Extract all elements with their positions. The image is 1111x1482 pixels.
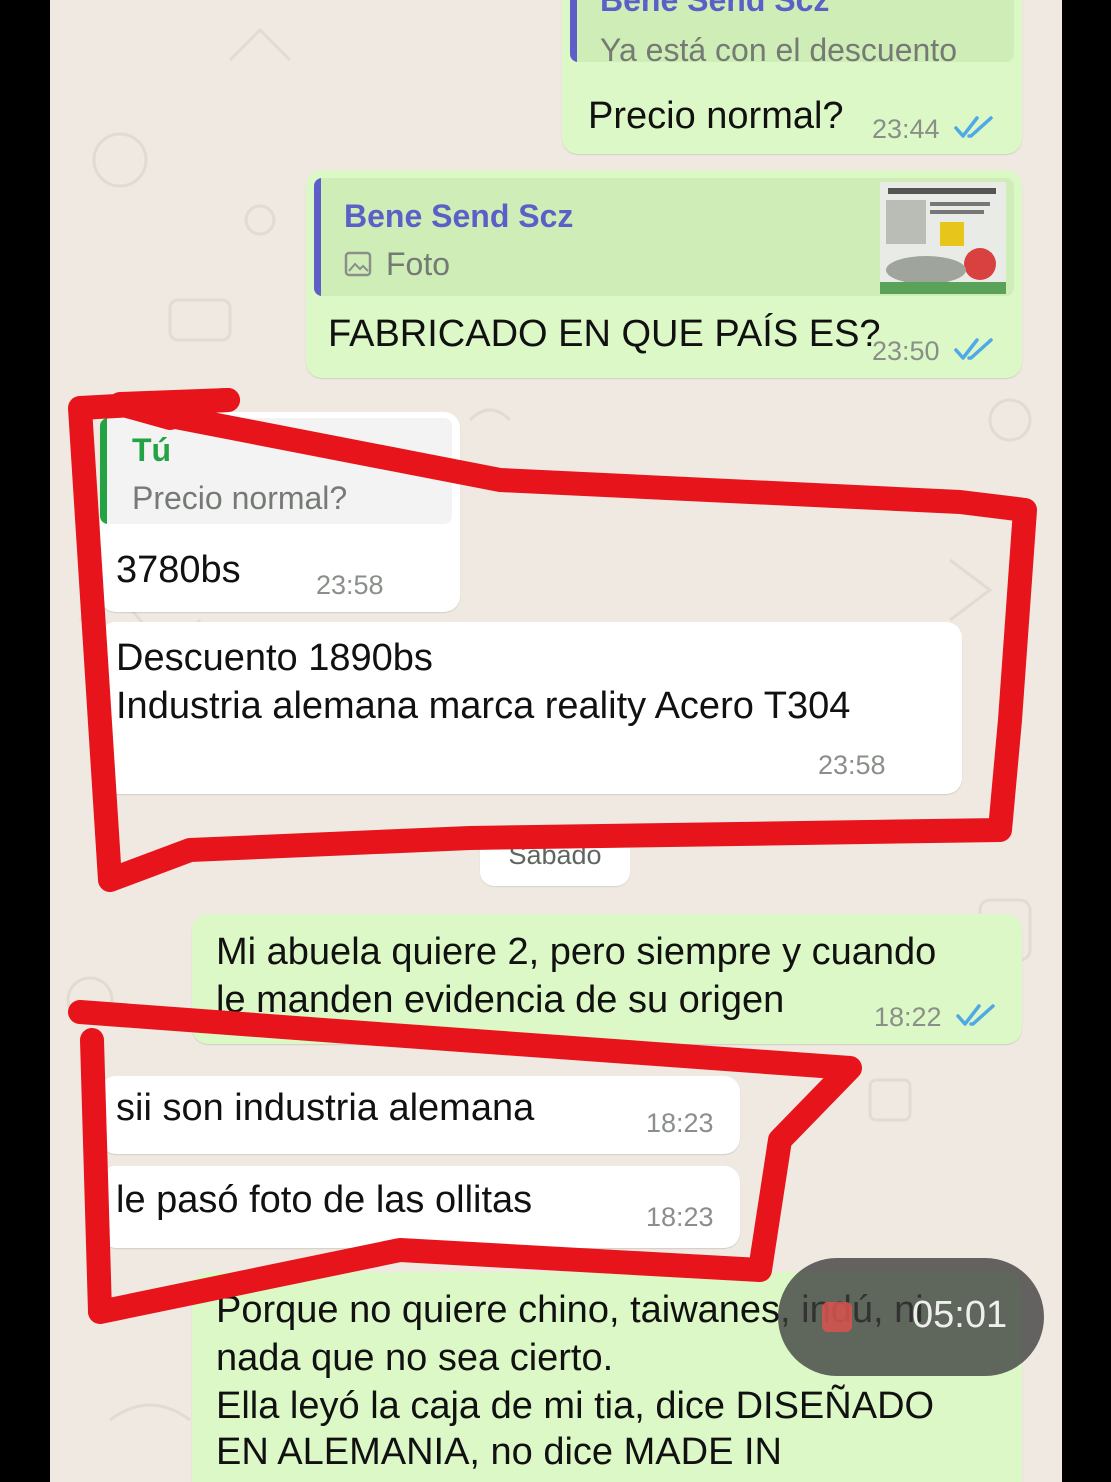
quote-text: Precio normal? <box>132 480 348 516</box>
outgoing-message[interactable]: Bene Send Scz Ya está con el descuento P… <box>562 0 1022 154</box>
quote-sender: Bene Send Scz <box>600 0 830 18</box>
incoming-message[interactable]: Descuento 1890bs Industria alemana marca… <box>100 622 962 794</box>
message-text-line: Mi abuela quiere 2, pero siempre y cuand… <box>216 931 937 973</box>
message-text: FABRICADO EN QUE PAÍS ES? <box>328 313 881 355</box>
quote-text: Ya está con el descuento <box>600 32 957 62</box>
read-ticks-icon <box>954 338 993 360</box>
message-time: 23:50 <box>872 336 940 366</box>
message-time: 23:44 <box>872 114 940 144</box>
message-text-line: EN ALEMANIA, no dice MADE IN <box>216 1431 782 1473</box>
quote-bar <box>570 0 577 62</box>
quote-bar <box>100 418 107 524</box>
message-time: 18:22 <box>874 1002 942 1032</box>
message-text: sii son industria alemana <box>116 1087 535 1129</box>
read-ticks-icon <box>954 116 993 138</box>
record-dot-icon <box>822 1302 852 1332</box>
message-text-line: Descuento 1890bs <box>116 637 433 679</box>
message-text-line: Ella leyó la caja de mi tia, dice DISEÑA… <box>216 1385 935 1427</box>
message-text-line: Industria alemana marca reality Acero T3… <box>116 685 851 727</box>
quote-sender: Bene Send Scz <box>344 198 574 234</box>
message-time: 18:23 <box>646 1108 714 1138</box>
message-time: 18:23 <box>646 1202 714 1232</box>
quoted-message[interactable]: Tú Precio normal? <box>100 418 452 524</box>
incoming-message[interactable]: le pasó foto de las ollitas 18:23 <box>100 1166 740 1248</box>
quote-bar <box>314 178 321 296</box>
message-text: Precio normal? <box>588 95 844 137</box>
quote-text: Foto <box>386 246 451 282</box>
message-time: 23:58 <box>316 570 384 600</box>
quoted-message[interactable]: Bene Send Scz Ya está con el descuento <box>570 0 1014 62</box>
incoming-message[interactable]: Tú Precio normal? 3780bs 23:58 <box>100 412 460 612</box>
read-ticks-icon <box>956 1004 995 1026</box>
day-separator: Sábado <box>480 832 630 886</box>
incoming-message[interactable]: sii son industria alemana 18:23 <box>100 1076 740 1154</box>
photo-icon <box>344 251 372 277</box>
message-text: le pasó foto de las ollitas <box>116 1179 533 1221</box>
photo-thumbnail[interactable] <box>880 182 1006 294</box>
outgoing-message[interactable]: Bene Send Scz Foto FABRICADO EN QUE PAÍS… <box>306 170 1022 378</box>
recording-indicator[interactable]: 05:01 <box>778 1258 1044 1376</box>
chat-area: Bene Send Scz Ya está con el descuento P… <box>50 0 1062 1482</box>
recording-time: 05:01 <box>912 1294 1008 1336</box>
quote-sender: Tú <box>132 432 172 468</box>
message-text-line: le manden evidencia de su origen <box>216 979 785 1021</box>
quoted-message[interactable]: Bene Send Scz Foto <box>314 178 1014 296</box>
outgoing-message[interactable]: Mi abuela quiere 2, pero siempre y cuand… <box>192 914 1022 1044</box>
message-text: 3780bs <box>116 549 241 591</box>
message-time: 23:58 <box>818 750 886 780</box>
message-text-line: nada que no sea cierto. <box>216 1337 614 1379</box>
